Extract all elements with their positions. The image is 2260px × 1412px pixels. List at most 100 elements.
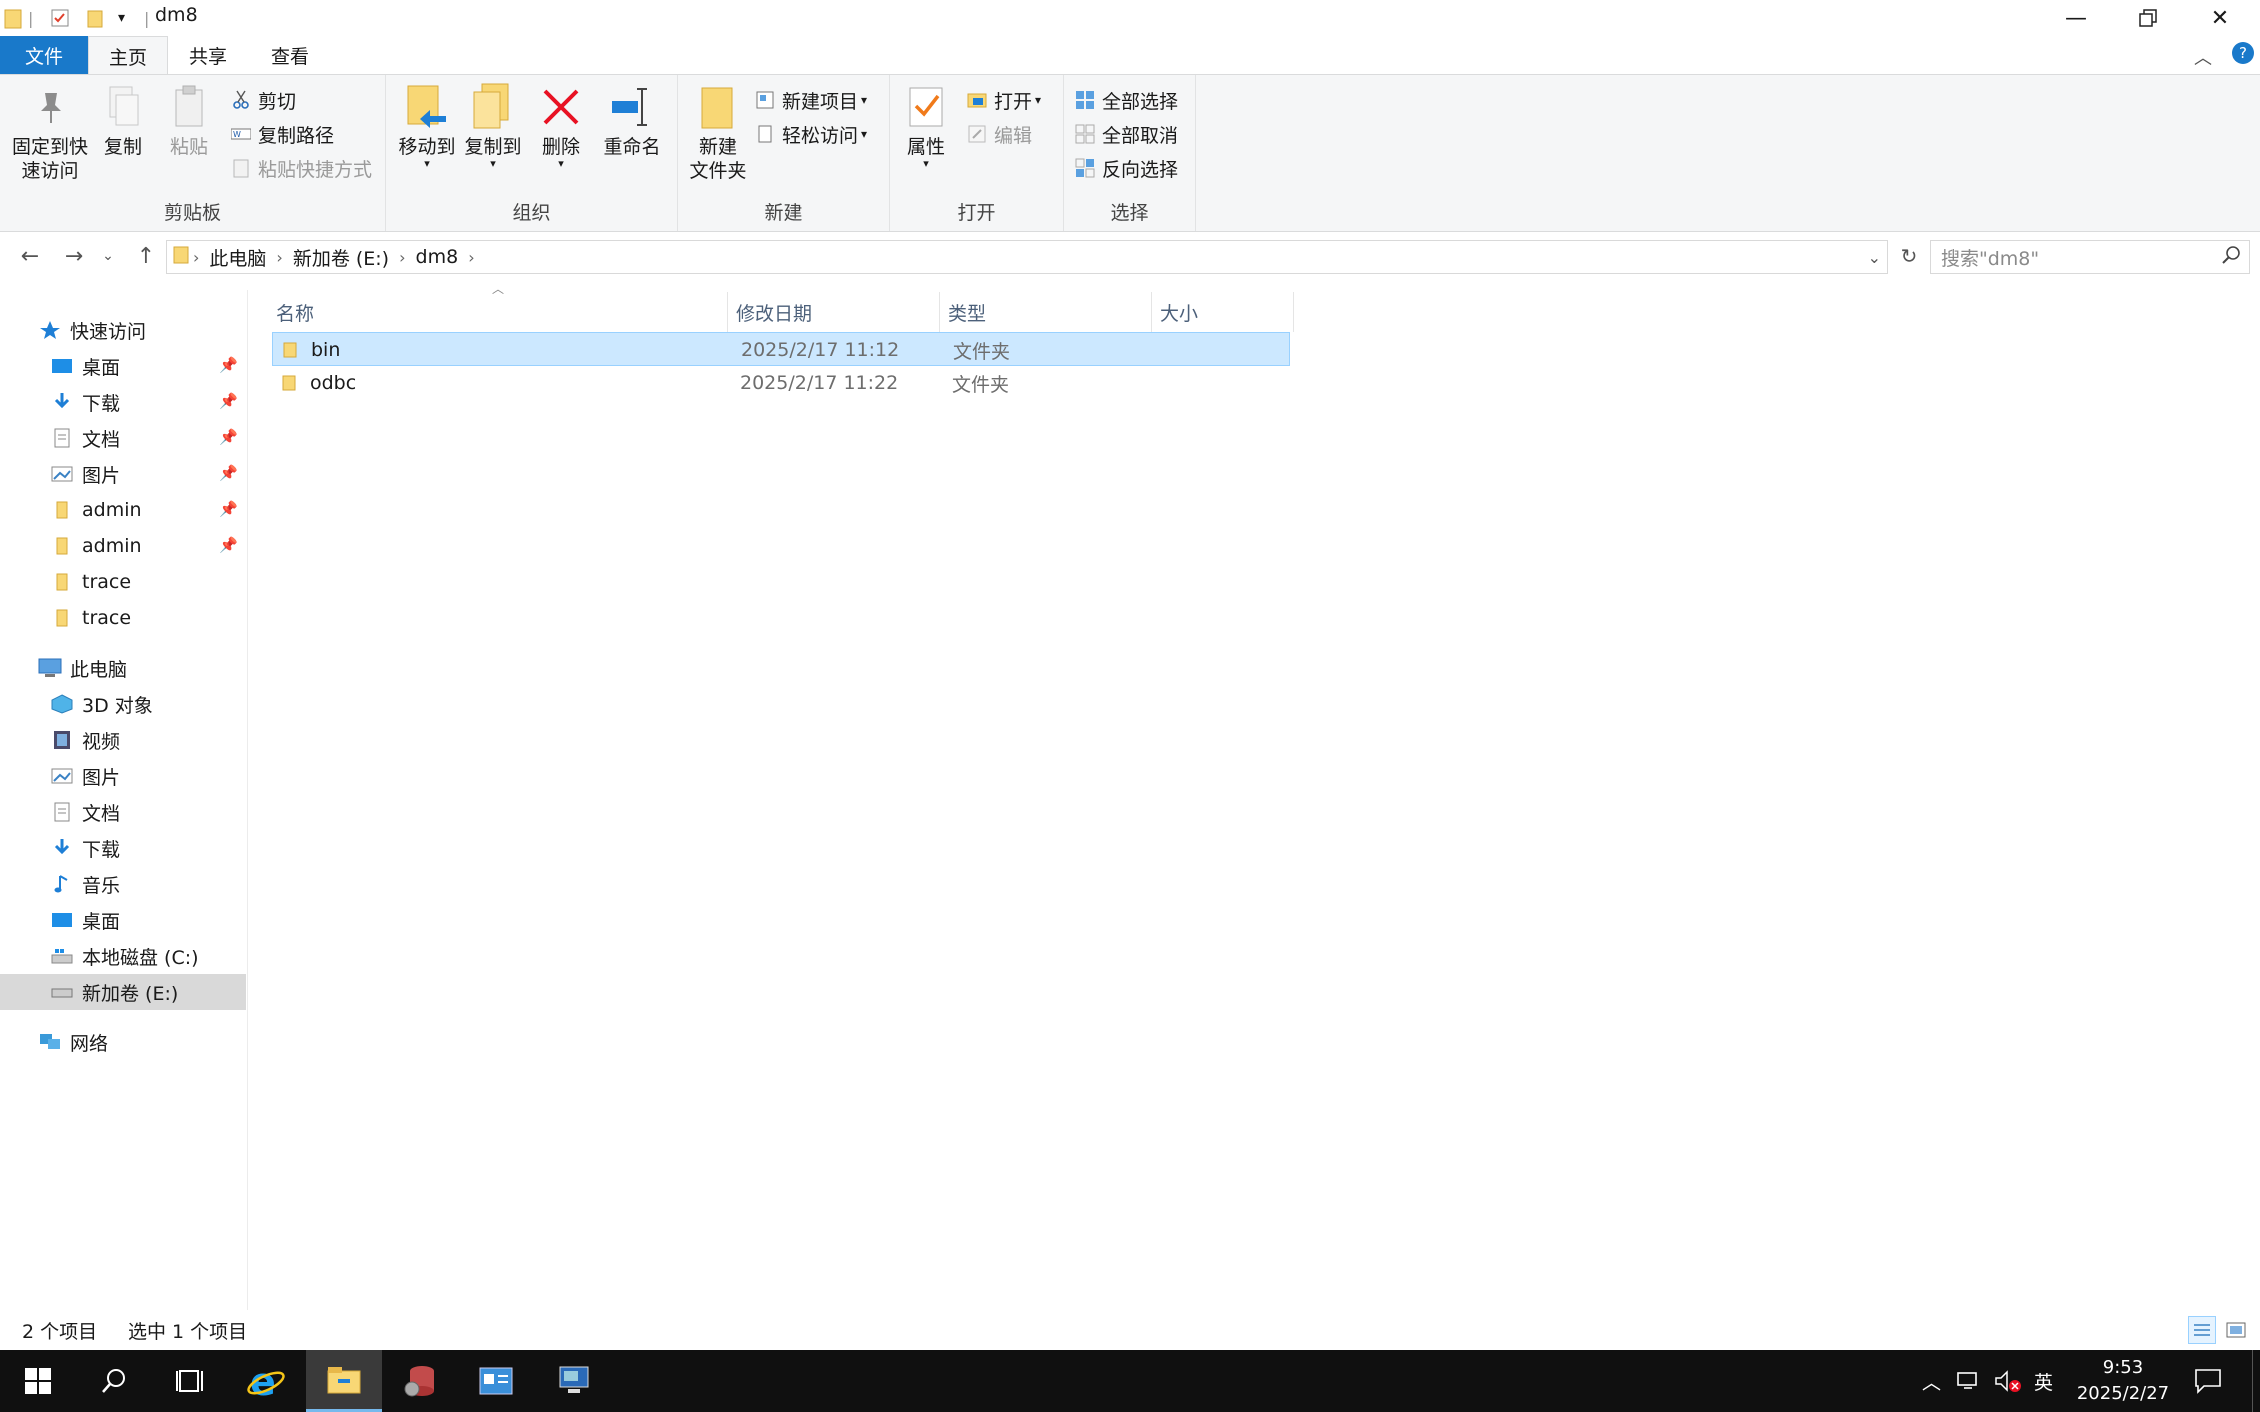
paste-shortcut-button[interactable]: 粘贴快捷方式 xyxy=(230,153,372,183)
network-status-icon[interactable] xyxy=(1956,1350,1982,1412)
sidebar-item-documents[interactable]: 文档 📌 xyxy=(50,420,246,456)
sidebar-item-downloads[interactable]: 下载 xyxy=(50,830,246,866)
internet-explorer-icon[interactable]: e xyxy=(228,1350,304,1412)
new-group-label: 新建 xyxy=(764,202,803,224)
control-panel-icon[interactable] xyxy=(458,1350,534,1412)
refresh-icon[interactable]: ↻ xyxy=(1894,240,1924,272)
search-icon[interactable] xyxy=(76,1350,152,1412)
properties-button[interactable]: 属性 ▾ xyxy=(898,81,954,169)
column-header-name[interactable]: 名称 xyxy=(268,292,728,332)
database-tool-icon[interactable] xyxy=(382,1350,458,1412)
select-all-button[interactable]: 全部选择 xyxy=(1074,85,1178,115)
invert-selection-button[interactable]: 反向选择 xyxy=(1074,153,1178,183)
3d-objects-icon xyxy=(50,693,74,715)
ribbon-tabs: 文件 主页 共享 查看 ︿ ? xyxy=(0,36,2260,75)
ribbon: 固定到快 速访问 复制 粘贴 剪切 W 复制路径 粘贴快捷方式 剪贴板 移动到 … xyxy=(0,74,2260,232)
sidebar-item-local-disk-c[interactable]: 本地磁盘 (C:) xyxy=(50,938,246,974)
tab-share[interactable]: 共享 xyxy=(168,36,248,74)
open-button[interactable]: 打开 ▾ xyxy=(966,85,1041,115)
sidebar-item-admin[interactable]: admin 📌 xyxy=(50,492,246,528)
sidebar-item-this-pc[interactable]: 此电脑 xyxy=(38,650,246,686)
sidebar-item-quick-access[interactable]: 快速访问 xyxy=(38,312,246,348)
back-arrow-icon[interactable]: ← xyxy=(14,240,46,272)
windows-start-icon[interactable] xyxy=(0,1350,76,1412)
remote-desktop-icon[interactable] xyxy=(536,1350,612,1412)
up-arrow-icon[interactable]: ↑ xyxy=(130,240,162,272)
copy-path-button[interactable]: W 复制路径 xyxy=(230,119,334,149)
help-icon[interactable]: ? xyxy=(2232,42,2254,64)
copy-to-button[interactable]: 复制到 ▾ xyxy=(460,81,526,169)
select-none-button[interactable]: 全部取消 xyxy=(1074,119,1178,149)
column-header-type[interactable]: 类型 xyxy=(940,292,1152,332)
volume-muted-icon[interactable] xyxy=(1994,1350,2022,1412)
sidebar-item-3d-objects[interactable]: 3D 对象 xyxy=(50,686,246,722)
forward-arrow-icon[interactable]: → xyxy=(58,240,90,272)
recent-locations-chevron-icon[interactable]: ⌄ xyxy=(98,240,118,272)
new-folder-button[interactable]: 新建 文件夹 xyxy=(686,81,750,183)
rename-button[interactable]: 重命名 xyxy=(596,81,668,159)
paste-button[interactable]: 粘贴 xyxy=(164,81,214,159)
address-bar[interactable]: › 此电脑 › 新加卷 (E:) › dm8 › ⌄ xyxy=(166,240,1888,274)
sidebar-item-trace[interactable]: trace xyxy=(50,564,246,600)
clock[interactable]: 9:53 2025/2/27 xyxy=(2068,1350,2178,1412)
sidebar-item-admin[interactable]: admin 📌 xyxy=(50,528,246,564)
file-explorer-icon[interactable] xyxy=(306,1350,382,1412)
paste-icon xyxy=(167,81,211,133)
breadcrumb-this-pc[interactable]: 此电脑 xyxy=(209,244,266,271)
task-view-icon[interactable] xyxy=(152,1350,228,1412)
minimize-button[interactable]: — xyxy=(2040,0,2112,36)
item-count: 2 个项目 xyxy=(22,1320,98,1343)
table-row[interactable]: bin 2025/2/17 11:12 文件夹 xyxy=(272,332,1290,366)
delete-button[interactable]: 删除 ▾ xyxy=(536,81,586,169)
sidebar-item-pictures[interactable]: 图片 xyxy=(50,758,246,794)
sidebar-item-new-volume-e[interactable]: 新加卷 (E:) xyxy=(0,974,246,1010)
drive-icon xyxy=(50,981,74,1003)
move-to-button[interactable]: 移动到 ▾ xyxy=(394,81,460,169)
breadcrumb-dm8[interactable]: dm8 xyxy=(416,246,459,268)
show-hidden-icons-chevron-icon[interactable]: ︿ xyxy=(1922,1350,1941,1412)
folder-icon xyxy=(50,499,74,521)
details-view-icon[interactable] xyxy=(2188,1316,2216,1344)
sidebar-item-trace[interactable]: trace xyxy=(50,600,246,636)
column-header-size[interactable]: 大小 xyxy=(1152,292,1294,332)
cut-button[interactable]: 剪切 xyxy=(230,85,296,115)
pictures-icon xyxy=(50,765,74,787)
tab-home[interactable]: 主页 xyxy=(88,36,168,75)
sidebar-item-desktop[interactable]: 桌面 📌 xyxy=(50,348,246,384)
column-header-modified[interactable]: 修改日期 xyxy=(728,292,940,332)
collapse-ribbon-icon[interactable]: ︿ xyxy=(2194,44,2212,70)
document-icon xyxy=(50,427,74,449)
file-type: 文件夹 xyxy=(952,373,1010,396)
clock-time: 9:53 xyxy=(2102,1357,2144,1378)
sidebar-item-desktop[interactable]: 桌面 xyxy=(50,902,246,938)
table-row[interactable]: odbc 2025/2/17 11:22 文件夹 xyxy=(272,366,1290,400)
close-button[interactable]: ✕ xyxy=(2184,0,2256,36)
new-item-button[interactable]: 新建项目 ▾ xyxy=(754,85,867,115)
file-type: 文件夹 xyxy=(953,340,1011,363)
easy-access-button[interactable]: 轻松访问 ▾ xyxy=(754,119,867,149)
sidebar-item-videos[interactable]: 视频 xyxy=(50,722,246,758)
sidebar-item-network[interactable]: 网络 xyxy=(38,1024,246,1060)
properties-quick-icon[interactable] xyxy=(50,6,70,30)
input-method-indicator[interactable]: 英 xyxy=(2034,1350,2053,1412)
restore-button[interactable] xyxy=(2112,0,2184,36)
address-dropdown-icon[interactable]: ⌄ xyxy=(1868,248,1881,267)
action-center-icon[interactable] xyxy=(2194,1350,2222,1412)
sidebar-item-documents[interactable]: 文档 xyxy=(50,794,246,830)
copy-button[interactable]: 复制 xyxy=(98,81,148,159)
sidebar-item-music[interactable]: 音乐 xyxy=(50,866,246,902)
new-folder-quick-icon[interactable] xyxy=(86,6,104,30)
large-icons-view-icon[interactable] xyxy=(2222,1316,2250,1344)
edit-button[interactable]: 编辑 xyxy=(966,119,1032,149)
tab-file[interactable]: 文件 xyxy=(0,36,88,74)
tab-view[interactable]: 查看 xyxy=(250,36,330,74)
sidebar-item-downloads[interactable]: 下载 📌 xyxy=(50,384,246,420)
pin-quick-access-button[interactable]: 固定到快 速访问 xyxy=(8,81,92,183)
breadcrumb-drive-e[interactable]: 新加卷 (E:) xyxy=(293,244,389,271)
delete-label: 删除 xyxy=(541,136,580,158)
show-desktop-button[interactable] xyxy=(2252,1350,2260,1412)
customize-quick-access-icon[interactable]: ▾ xyxy=(118,6,125,30)
music-note-icon xyxy=(50,873,74,895)
search-input[interactable]: 搜索"dm8" xyxy=(1930,240,2250,274)
sidebar-item-pictures[interactable]: 图片 📌 xyxy=(50,456,246,492)
